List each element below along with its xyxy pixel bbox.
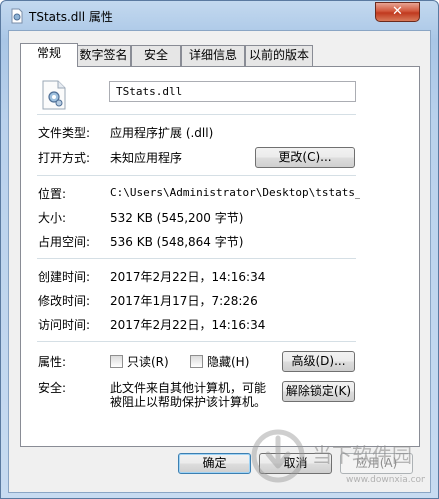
size-value: 532 KB (545,200 字节): [110, 211, 244, 225]
location-value[interactable]: C:\Users\Administrator\Desktop\tstats_jz…: [110, 186, 360, 199]
attributes-label: 属性:: [38, 355, 67, 369]
opens-with-label: 打开方式:: [38, 151, 91, 165]
size-on-disk-value: 536 KB (548,864 字节): [110, 235, 244, 249]
security-label: 安全:: [38, 381, 67, 395]
created-value: 2017年2月22日，14:16:34: [110, 270, 266, 284]
dll-file-large-icon: [42, 80, 66, 110]
watermark-text: 当下软件园: [312, 443, 412, 467]
change-button[interactable]: 更改(C)...: [255, 147, 355, 168]
watermark-logo: 当下软件园 www.downxia.com: [251, 429, 425, 485]
tab-previous-versions[interactable]: 以前的版本: [245, 45, 313, 66]
modified-value: 2017年1月17日，7:28:26: [110, 294, 258, 308]
unblock-button[interactable]: 解除锁定(K): [282, 381, 355, 402]
location-label: 位置:: [38, 187, 67, 201]
tab-digital-signatures[interactable]: 数字签名: [76, 45, 131, 66]
tab-general[interactable]: 常规: [20, 43, 78, 67]
dll-file-icon: [11, 8, 23, 24]
readonly-checkbox[interactable]: [110, 355, 123, 368]
file-type-value: 应用程序扩展 (.dll): [110, 126, 214, 140]
title-bar[interactable]: TStats.dll 属性 ✕: [1, 1, 438, 29]
divider: [37, 258, 356, 259]
accessed-value: 2017年2月22日，14:16:34: [110, 318, 266, 332]
watermark-url: www.downxia.com: [346, 475, 425, 485]
size-on-disk-label: 占用空间:: [38, 235, 91, 249]
accessed-label: 访问时间:: [38, 318, 91, 332]
watermark-icon: [251, 429, 305, 483]
file-type-label: 文件类型:: [38, 126, 91, 140]
tab-details[interactable]: 详细信息: [181, 45, 245, 66]
close-button[interactable]: ✕: [375, 2, 420, 22]
divider: [37, 175, 356, 176]
hidden-checkbox[interactable]: [190, 355, 203, 368]
security-text-line2: 被阻止以帮助保护该计算机。: [110, 395, 267, 409]
opens-with-value: 未知应用程序: [110, 151, 183, 165]
advanced-button[interactable]: 高级(D)...: [282, 351, 355, 372]
file-name-field[interactable]: TStats.dll: [109, 81, 356, 102]
size-label: 大小:: [38, 211, 67, 225]
tab-security[interactable]: 安全: [131, 45, 181, 66]
close-icon: ✕: [392, 4, 403, 19]
hidden-label[interactable]: 隐藏(H): [207, 353, 249, 370]
created-label: 创建时间:: [38, 270, 91, 284]
divider: [37, 114, 356, 115]
modified-label: 修改时间:: [38, 294, 91, 308]
window-title: TStats.dll 属性: [29, 10, 113, 24]
readonly-label[interactable]: 只读(R): [127, 353, 169, 370]
ok-button[interactable]: 确定: [178, 453, 251, 474]
divider: [37, 341, 356, 342]
